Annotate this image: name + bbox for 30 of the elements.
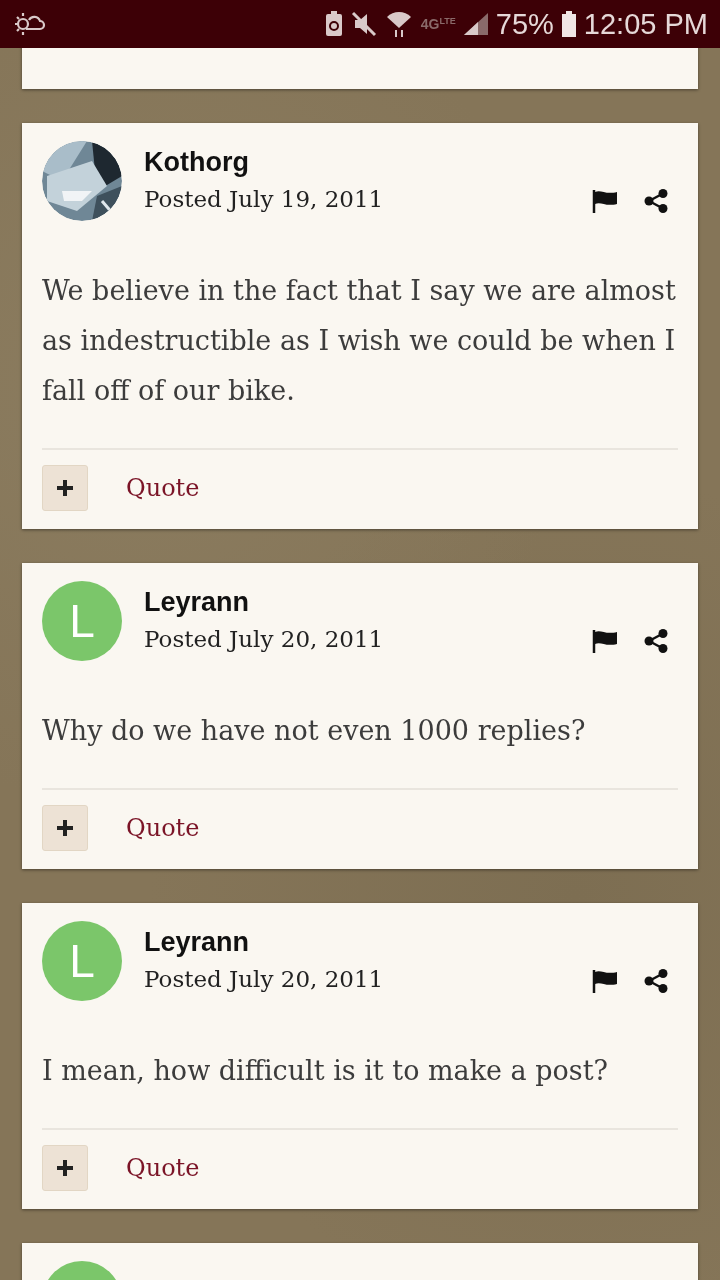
add-button[interactable]	[42, 805, 88, 851]
quote-link[interactable]: Quote	[126, 474, 200, 502]
mute-icon	[350, 11, 377, 37]
plus-icon	[56, 819, 74, 837]
clock: 12:05 PM	[583, 7, 708, 41]
add-button[interactable]	[42, 1145, 88, 1191]
author-name[interactable]: Kothorg	[144, 145, 566, 179]
post-date: Posted July 19, 2011	[144, 185, 385, 214]
plus-icon	[56, 479, 74, 497]
post-text: Why do we have not even 1000 replies?	[42, 706, 678, 790]
signal-icon	[463, 13, 488, 35]
post-date: Posted July 20, 2011	[144, 965, 385, 994]
author-name[interactable]: Leyrann	[144, 585, 566, 619]
flag-icon[interactable]	[592, 969, 618, 993]
flag-icon[interactable]	[592, 189, 618, 213]
post-text: We believe in the fact that I say we are almost as indestructible as I wish we could be when I fall off of our bike.	[42, 266, 678, 450]
battery-icon	[561, 11, 576, 37]
quote-link[interactable]: Quote	[126, 814, 200, 842]
flag-icon[interactable]	[592, 629, 618, 653]
share-icon[interactable]	[644, 189, 668, 213]
post-text: I mean, how difficult is it to make a post?	[42, 1046, 678, 1130]
battery-saver-icon	[324, 11, 343, 37]
plus-icon	[56, 1159, 74, 1177]
battery-percent: 75%	[495, 7, 554, 41]
share-icon[interactable]	[644, 969, 668, 993]
share-icon[interactable]	[644, 629, 668, 653]
add-button[interactable]	[42, 465, 88, 511]
quote-link[interactable]: Quote	[126, 1154, 200, 1182]
author-name[interactable]: Leyrann	[144, 925, 566, 959]
post-date: Posted July 20, 2011	[144, 625, 385, 654]
